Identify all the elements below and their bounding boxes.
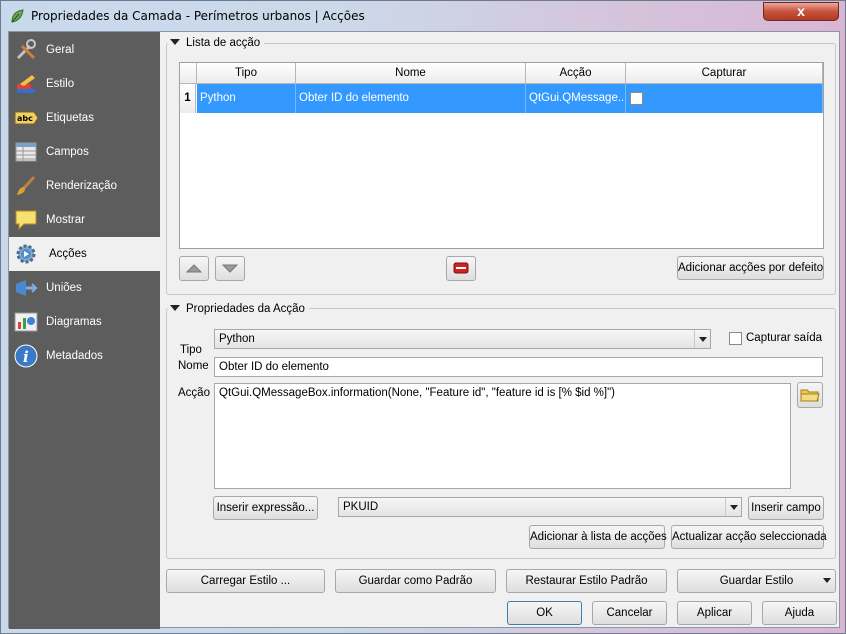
sidebar-item-diagramas[interactable]: Diagramas xyxy=(9,305,160,339)
sidebar-item-label: Etiquetas xyxy=(46,112,94,124)
remove-icon xyxy=(453,262,469,274)
nome-label: Nome xyxy=(178,360,209,372)
dialog-client: Geral Estilo abc Etiquetas Campos Render… xyxy=(8,31,840,629)
arrow-down-icon xyxy=(221,264,239,273)
insert-expression-button[interactable]: Inserir expressão... xyxy=(213,496,318,520)
sidebar-item-label: Renderização xyxy=(46,180,117,192)
column-header-tipo[interactable]: Tipo xyxy=(197,63,296,84)
add-default-actions-button[interactable]: Adicionar acções por defeito xyxy=(677,256,824,280)
layer-properties-window: Propriedades da Camada - Perímetros urba… xyxy=(0,0,846,634)
accao-textarea[interactable]: QtGui.QMessageBox.information(None, "Fea… xyxy=(214,383,791,489)
sidebar-item-label: Acções xyxy=(49,248,87,260)
gear-play-icon xyxy=(16,244,36,264)
svg-text:i: i xyxy=(23,348,29,366)
info-icon: i xyxy=(14,344,38,368)
browse-file-button[interactable] xyxy=(797,382,823,408)
window-title: Propriedades da Camada - Perímetros urba… xyxy=(31,9,365,23)
accao-label: Acção xyxy=(178,387,210,399)
sidebar-item-campos[interactable]: Campos xyxy=(9,135,160,169)
move-down-button[interactable] xyxy=(215,256,245,281)
sidebar: Geral Estilo abc Etiquetas Campos Render… xyxy=(9,32,160,629)
table-row[interactable]: 1 Python Obter ID do elemento QtGui.QMes… xyxy=(180,84,823,113)
column-header-capturar[interactable]: Capturar xyxy=(626,63,823,84)
cell-accao[interactable]: QtGui.QMessage... xyxy=(526,84,626,113)
sidebar-item-label: Diagramas xyxy=(46,316,102,328)
sidebar-item-label: Geral xyxy=(46,44,75,56)
dropdown-arrow-icon xyxy=(823,578,831,583)
ok-button[interactable]: OK xyxy=(507,601,582,625)
folder-icon xyxy=(800,389,820,402)
capture-output-checkbox[interactable] xyxy=(729,332,742,345)
sidebar-item-unioes[interactable]: Uniões xyxy=(9,271,160,305)
column-header-accao[interactable]: Acção xyxy=(526,63,626,84)
table-icon xyxy=(15,142,37,162)
arrow-up-icon xyxy=(185,264,203,273)
join-icon xyxy=(16,280,38,296)
svg-text:abc: abc xyxy=(17,114,33,123)
save-style-button[interactable]: Guardar Estilo xyxy=(677,569,836,593)
sidebar-item-etiquetas[interactable]: abc Etiquetas xyxy=(9,101,160,135)
apply-button[interactable]: Aplicar xyxy=(677,601,752,625)
action-list-title[interactable]: Lista de acção xyxy=(168,37,265,49)
diagram-icon xyxy=(14,312,38,332)
cancel-button[interactable]: Cancelar xyxy=(592,601,667,625)
action-table[interactable]: Tipo Nome Acção Capturar 1 Python Obter … xyxy=(179,62,824,249)
tipo-label: Tipo xyxy=(180,344,202,356)
tipo-select[interactable]: Python xyxy=(214,329,711,349)
cell-tipo[interactable]: Python xyxy=(197,84,296,113)
row-index: 1 xyxy=(180,84,196,113)
cell-nome[interactable]: Obter ID do elemento xyxy=(296,84,526,113)
paint-icon xyxy=(17,75,35,93)
capture-output-label: Capturar saída xyxy=(746,332,823,344)
capture-checkbox[interactable] xyxy=(630,92,643,105)
sidebar-item-estilo[interactable]: Estilo xyxy=(9,67,160,101)
remove-action-button[interactable] xyxy=(446,256,476,281)
move-up-button[interactable] xyxy=(179,256,209,281)
load-style-button[interactable]: Carregar Estilo ... xyxy=(166,569,325,593)
sidebar-item-label: Uniões xyxy=(46,282,82,294)
cell-capturar[interactable] xyxy=(626,84,823,113)
collapse-triangle-icon xyxy=(170,39,180,45)
restore-default-style-button[interactable]: Restaurar Estilo Padrão xyxy=(506,569,667,593)
close-icon: x xyxy=(797,3,805,19)
help-button[interactable]: Ajuda xyxy=(762,601,837,625)
sidebar-item-accoes[interactable]: Acções xyxy=(9,237,160,271)
speech-bubble-icon xyxy=(15,210,37,231)
tools-icon xyxy=(16,39,36,60)
field-select[interactable]: PKUID xyxy=(338,497,742,517)
title-bar: Propriedades da Camada - Perímetros urba… xyxy=(1,1,846,31)
labels-icon: abc xyxy=(14,111,38,125)
nome-field[interactable]: Obter ID do elemento xyxy=(214,357,823,377)
sidebar-item-metadados[interactable]: i Metadados xyxy=(9,339,160,373)
sidebar-item-label: Metadados xyxy=(46,350,103,362)
brush-icon xyxy=(17,175,36,195)
sidebar-item-renderizacao[interactable]: Renderização xyxy=(9,169,160,203)
add-to-action-list-button[interactable]: Adicionar à lista de acções xyxy=(529,525,667,549)
update-selected-action-button[interactable]: Actualizar acção seleccionada xyxy=(671,525,827,549)
qgis-leaf-icon xyxy=(11,9,24,23)
sidebar-item-label: Mostrar xyxy=(46,214,85,226)
save-as-default-button[interactable]: Guardar como Padrão xyxy=(335,569,496,593)
chevron-down-icon xyxy=(694,330,710,348)
sidebar-item-label: Campos xyxy=(46,146,89,158)
action-properties-title[interactable]: Propriedades da Acção xyxy=(168,303,309,315)
sidebar-item-mostrar[interactable]: Mostrar xyxy=(9,203,160,237)
insert-field-button[interactable]: Inserir campo xyxy=(748,496,824,520)
sidebar-item-geral[interactable]: Geral xyxy=(9,33,160,67)
close-button[interactable]: x xyxy=(763,2,839,21)
table-corner xyxy=(180,63,197,84)
chevron-down-icon xyxy=(725,498,741,516)
sidebar-item-label: Estilo xyxy=(46,78,75,90)
column-header-nome[interactable]: Nome xyxy=(296,63,526,84)
collapse-triangle-icon xyxy=(170,305,180,311)
